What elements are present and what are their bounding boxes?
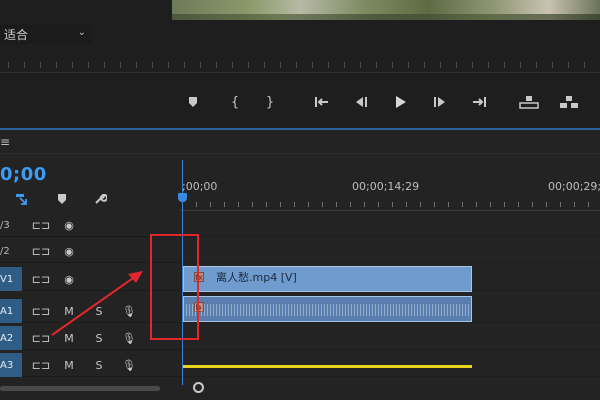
annotation-arrow xyxy=(51,271,143,336)
